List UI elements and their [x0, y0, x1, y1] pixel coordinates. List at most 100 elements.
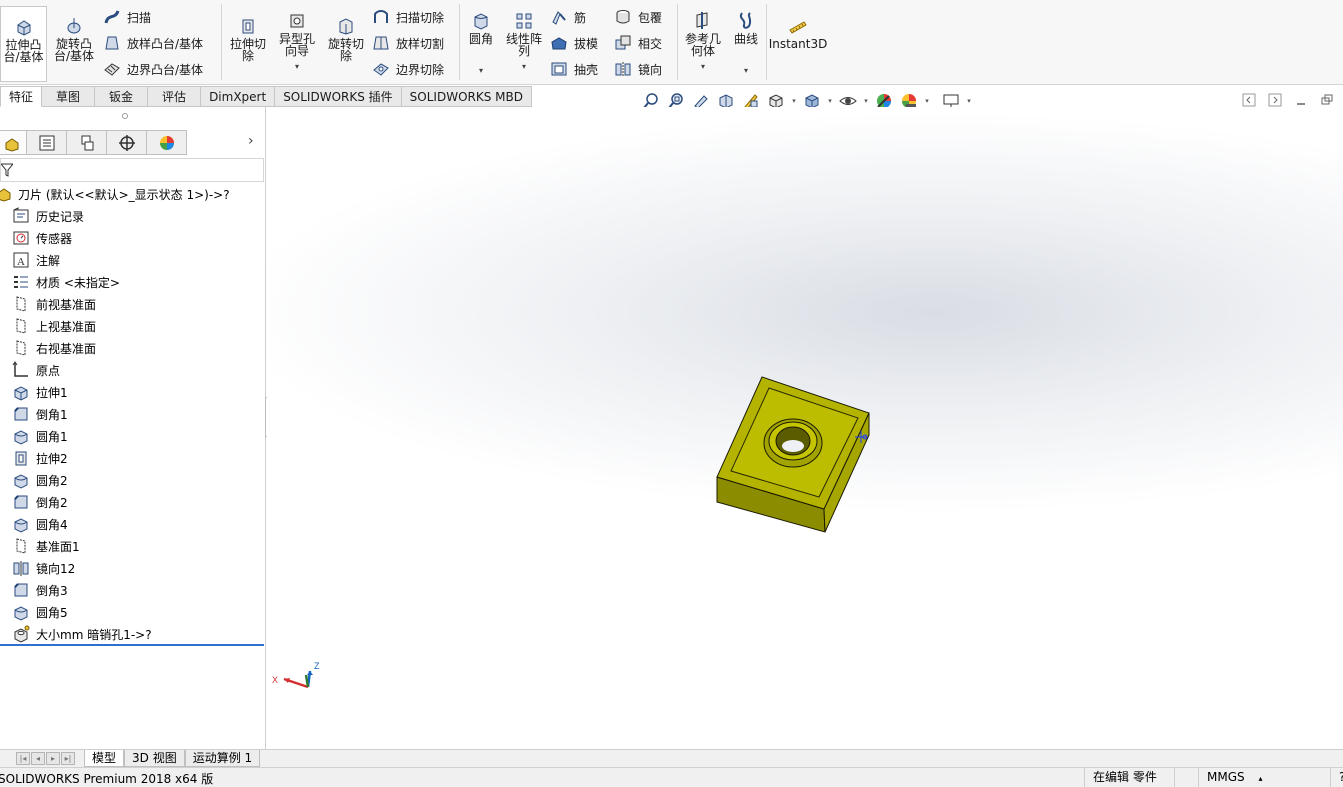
mirror-button[interactable]: 镜向: [614, 59, 662, 79]
linear-pattern-dropdown-icon[interactable]: ▾: [522, 61, 526, 73]
rib-button[interactable]: 筋: [550, 7, 586, 27]
display-style-dropdown-icon[interactable]: ▾: [826, 97, 834, 105]
reference-geometry-button[interactable]: 参考几 何体 ▾: [680, 11, 726, 73]
unit-system-label: MMGS: [1207, 770, 1245, 784]
intersect-button[interactable]: 相交: [614, 33, 662, 53]
tree-item[interactable]: 倒角2: [0, 491, 264, 513]
tab-dimxpert[interactable]: DimXpert: [201, 86, 276, 107]
curves-label: 曲线: [733, 32, 758, 46]
next-tab-icon[interactable]: ▸: [46, 752, 60, 765]
extrude-boss-button[interactable]: 拉伸凸 台/基体: [0, 6, 47, 82]
apply-scene-dropdown-icon[interactable]: ▾: [923, 97, 931, 105]
instant3d-button[interactable]: Instant3D: [769, 16, 827, 50]
tree-item[interactable]: 圆角1: [0, 425, 264, 447]
extrude-cut-button[interactable]: 拉伸切 除: [225, 16, 271, 62]
sweep-icon: [104, 10, 120, 24]
mirror-icon: [615, 62, 631, 77]
extrude-cut-icon: [15, 451, 27, 466]
tree-item[interactable]: 圆角2: [0, 469, 264, 491]
wrap-button[interactable]: 包覆: [614, 7, 662, 27]
tree-item[interactable]: 前视基准面: [0, 293, 264, 315]
last-tab-icon[interactable]: ▸|: [61, 752, 75, 765]
tree-item[interactable]: 圆角4: [0, 513, 264, 535]
tree-items: 历史记录 传感器 A 注解 材质 <未指定> 前视基准面 上视基准面 右视基准面 原点 拉伸1 倒角…: [0, 205, 264, 645]
fillet-icon: [14, 474, 28, 489]
prev-tab-icon[interactable]: ◂: [31, 752, 45, 765]
hole-wizard-dropdown-icon[interactable]: ▾: [295, 61, 299, 73]
tree-item[interactable]: 传感器: [0, 227, 264, 249]
panel-grip-icon[interactable]: [122, 113, 128, 119]
rollback-bar[interactable]: [0, 644, 264, 646]
tab-motion-study-1[interactable]: 运动算例 1: [184, 750, 261, 767]
reference-geometry-dropdown-icon[interactable]: ▾: [701, 61, 705, 73]
tree-item[interactable]: 拉伸1: [0, 381, 264, 403]
tree-item[interactable]: 拉伸2: [0, 447, 264, 469]
configuration-manager-tab[interactable]: [67, 130, 107, 155]
shell-button[interactable]: 抽壳: [550, 59, 598, 79]
tree-item-label: 传感器: [36, 231, 73, 246]
fillet-button[interactable]: 圆角 ▾: [463, 11, 499, 77]
dimxpert-manager-tab[interactable]: [107, 130, 147, 155]
unit-system-selector[interactable]: MMGS ▴: [1198, 768, 1326, 787]
loft-boss-button[interactable]: 放样凸台/基体: [103, 33, 203, 53]
tree-item[interactable]: 镜向12: [0, 557, 264, 579]
tab-solidworks-addins[interactable]: SOLIDWORKS 插件: [275, 86, 402, 107]
tree-item[interactable]: 圆角5: [0, 601, 264, 623]
tree-item[interactable]: 基准面1: [0, 535, 264, 557]
tree-item[interactable]: 历史记录: [0, 205, 264, 227]
tree-item[interactable]: 右视基准面: [0, 337, 264, 359]
sweep-button[interactable]: 扫描: [103, 7, 151, 27]
lofted-cut-button[interactable]: 放样切割: [372, 33, 444, 53]
boundary-cut-button[interactable]: 边界切除: [372, 59, 444, 79]
tree-item[interactable]: 材质 <未指定>: [0, 271, 264, 293]
tree-root-part[interactable]: 刀片 (默认<<默认>_显示状态 1>)->?: [0, 183, 264, 205]
fillet-dropdown-icon[interactable]: ▾: [479, 65, 483, 77]
tree-filter-input[interactable]: [0, 158, 264, 182]
tree-item[interactable]: 原点: [0, 359, 264, 381]
view-settings-dropdown-icon[interactable]: ▾: [965, 97, 973, 105]
fillet-icon: [14, 430, 28, 445]
first-tab-icon[interactable]: |◂: [16, 752, 30, 765]
restore-icon[interactable]: [1319, 92, 1335, 108]
display-manager-tab[interactable]: [147, 130, 187, 155]
unit-system-up-icon[interactable]: ▴: [1258, 774, 1262, 783]
tab-features[interactable]: 特征: [0, 86, 43, 107]
tab-sheet-metal[interactable]: 钣金: [95, 86, 149, 107]
tab-sketch[interactable]: 草图: [42, 86, 96, 107]
linear-pattern-button[interactable]: 线性阵 列 ▾: [502, 11, 546, 73]
minimize-icon[interactable]: [1293, 92, 1309, 108]
boundary-boss-button[interactable]: 边界凸台/基体: [103, 59, 203, 79]
property-manager-tab[interactable]: [27, 130, 67, 155]
fillet-icon: [14, 518, 28, 533]
status-help-icon[interactable]: ?: [1330, 768, 1343, 787]
tab-model[interactable]: 模型: [84, 750, 125, 767]
feature-manager-tab[interactable]: [0, 130, 27, 155]
revolve-cut-button[interactable]: 旋转切 除: [323, 16, 369, 62]
panel-left-icon[interactable]: [1241, 92, 1257, 108]
tree-item-label: 前视基准面: [36, 297, 97, 312]
panel-right-icon[interactable]: [1267, 92, 1283, 108]
tab-solidworks-mbd[interactable]: SOLIDWORKS MBD: [401, 86, 532, 107]
swept-cut-button[interactable]: 扫描切除: [372, 7, 444, 27]
revolve-boss-button[interactable]: 旋转凸 台/基体: [50, 16, 98, 62]
curves-dropdown-icon[interactable]: ▾: [744, 65, 748, 77]
tree-item[interactable]: 倒角3: [0, 579, 264, 601]
tree-item[interactable]: 倒角1: [0, 403, 264, 425]
tab-3d-views[interactable]: 3D 视图: [124, 750, 185, 767]
filter-icon: [1, 163, 13, 177]
mirror-label: 镜向: [638, 62, 663, 77]
hide-show-dropdown-icon[interactable]: ▾: [862, 97, 870, 105]
curves-button[interactable]: 曲线 ▾: [729, 11, 763, 77]
tree-item[interactable]: 大小mm 暗销孔1->?: [0, 623, 264, 645]
panel-more-chevron-icon[interactable]: ›: [248, 133, 254, 149]
hole-wizard-button[interactable]: 异型孔 向导 ▾: [274, 11, 320, 73]
rib-icon: [552, 11, 566, 25]
cutting-insert-model[interactable]: [707, 369, 877, 539]
view-orientation-dropdown-icon[interactable]: ▾: [790, 97, 798, 105]
tree-item[interactable]: 上视基准面: [0, 315, 264, 337]
document-window-controls: [1241, 92, 1335, 108]
graphics-area[interactable]: X Z: [267, 107, 1343, 749]
tab-evaluate[interactable]: 评估: [148, 86, 202, 107]
draft-button[interactable]: 拔模: [550, 33, 598, 53]
tree-item[interactable]: A 注解: [0, 249, 264, 271]
